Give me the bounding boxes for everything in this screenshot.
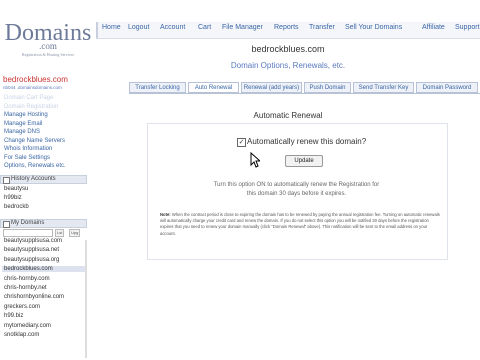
sidebar-item-manage-hosting[interactable]: Manage Hosting bbox=[4, 112, 48, 118]
sidebar-item-for-sale-settings[interactable]: For Sale Settings bbox=[4, 155, 50, 161]
sidebar-item-domain-registration[interactable]: Domain Registration bbox=[4, 104, 58, 110]
sidebar-item-whois-information[interactable]: Whois Information bbox=[4, 146, 52, 152]
sidebar-item-manage-dns[interactable]: Manage DNS bbox=[4, 129, 40, 135]
list-button[interactable]: Lst bbox=[55, 229, 65, 237]
nav-link-affiliate[interactable]: Affiliate bbox=[422, 24, 445, 31]
note-label: Note: bbox=[160, 212, 171, 217]
collapse-box-icon[interactable] bbox=[3, 177, 10, 184]
sidebar-item-change-name-servers[interactable]: Change Name Servers bbox=[4, 138, 65, 144]
domain-filter: Lst Upg bbox=[3, 229, 83, 237]
domain-list-item[interactable]: h99.biz bbox=[4, 313, 23, 319]
domain-filter-input[interactable] bbox=[3, 229, 53, 237]
domain-list-item[interactable]: bedrockblues.com bbox=[2, 266, 86, 273]
history-accounts-header[interactable]: History Accounts bbox=[0, 175, 87, 184]
domain-list-scrollbar[interactable] bbox=[85, 240, 87, 358]
info-text-line1: Turn this option ON to automatically ren… bbox=[213, 182, 380, 188]
account-subtitle: nb044 .domainsdomains.com bbox=[3, 85, 62, 90]
auto-renew-checkbox[interactable]: ✓ bbox=[237, 138, 246, 147]
nav-link-file-manager[interactable]: File Manager bbox=[222, 24, 263, 31]
renewal-note: Note: When the contract period is close … bbox=[160, 212, 440, 237]
nav-link-reports[interactable]: Reports bbox=[274, 24, 299, 31]
panel-title: Automatic Renewal bbox=[253, 111, 323, 120]
domain-list-item[interactable]: beautysupplsusa.net bbox=[4, 247, 59, 253]
domain-list-item[interactable]: greckers.com bbox=[4, 304, 40, 310]
section-title: Domain Options, Renewals, etc. bbox=[230, 61, 346, 70]
sidebar-item-manage-email[interactable]: Manage Email bbox=[4, 121, 42, 127]
history-item[interactable]: h99biz bbox=[4, 195, 22, 201]
tab-divider bbox=[129, 93, 480, 94]
my-domains-title: My Domains bbox=[11, 220, 45, 226]
nav-link-sell-your-domains[interactable]: Sell Your Domains bbox=[345, 24, 402, 31]
upgrade-button[interactable]: Upg bbox=[69, 229, 81, 237]
nav-link-cart[interactable]: Cart bbox=[198, 24, 211, 31]
sidebar-item-domain-cart-page[interactable]: Domain Cart Page bbox=[4, 95, 53, 101]
auto-renew-label: Automatically renew this domain? bbox=[247, 137, 367, 146]
logo[interactable]: Domains .com Registration & Hosting Serv… bbox=[4, 21, 92, 57]
top-navigation: Home Logout Account Cart File Manager Reports… bbox=[96, 22, 480, 39]
domain-list-item[interactable]: chrishornbyonline.com bbox=[4, 294, 64, 300]
mouse-pointer-icon bbox=[250, 152, 260, 168]
domain-list-item[interactable]: chris-hornby.net bbox=[4, 285, 47, 291]
nav-link-account[interactable]: Account bbox=[160, 24, 185, 31]
account-domain-name: bedrockblues.com bbox=[3, 75, 68, 84]
update-button[interactable]: Update bbox=[285, 155, 323, 167]
tab-renewal-add-years[interactable]: Renewal (add years) bbox=[241, 82, 302, 93]
nav-link-support[interactable]: Support bbox=[455, 24, 480, 31]
my-domains-header[interactable]: My Domains bbox=[0, 219, 87, 228]
domain-list-item[interactable]: chris-hornby.com bbox=[4, 276, 50, 282]
logo-tagline: Registration & Hosting Services bbox=[22, 52, 74, 57]
domain-list-item[interactable]: beautysupplsusa.com bbox=[4, 238, 62, 244]
tab-auto-renewal[interactable]: Auto Renewal bbox=[188, 82, 239, 93]
note-text: When the contract period is close to exp… bbox=[160, 212, 440, 236]
tab-push-domain[interactable]: Push Domain bbox=[304, 82, 351, 93]
info-text-line2: this domain 30 days before it expires. bbox=[246, 191, 347, 197]
history-item[interactable]: bedrockb bbox=[4, 204, 29, 210]
nav-link-logout[interactable]: Logout bbox=[128, 24, 149, 31]
sidebar-item-options-renewals-etc[interactable]: Options, Renewals etc. bbox=[4, 163, 66, 169]
page-title: bedrockblues.com bbox=[251, 44, 325, 54]
domain-list-item[interactable]: beautysupplsusa.org bbox=[4, 257, 59, 263]
tab-domain-password[interactable]: Domain Password bbox=[416, 82, 478, 93]
tab-transfer-locking[interactable]: Transfer Locking bbox=[129, 82, 186, 93]
history-accounts-title: History Accounts bbox=[11, 176, 56, 182]
collapse-box-icon[interactable] bbox=[3, 221, 10, 228]
domain-list-item[interactable]: mytomediary.com bbox=[4, 323, 51, 329]
nav-link-transfer[interactable]: Transfer bbox=[309, 24, 335, 31]
tab-send-transfer-key[interactable]: Send Transfer Key bbox=[353, 82, 414, 93]
domain-list-item[interactable]: snotklap.com bbox=[4, 332, 39, 338]
nav-link-home[interactable]: Home bbox=[102, 24, 121, 31]
history-item[interactable]: beautysu bbox=[4, 186, 28, 192]
browser-page: Domains .com Registration & Hosting Serv… bbox=[0, 0, 480, 360]
nav-separator bbox=[96, 22, 98, 38]
